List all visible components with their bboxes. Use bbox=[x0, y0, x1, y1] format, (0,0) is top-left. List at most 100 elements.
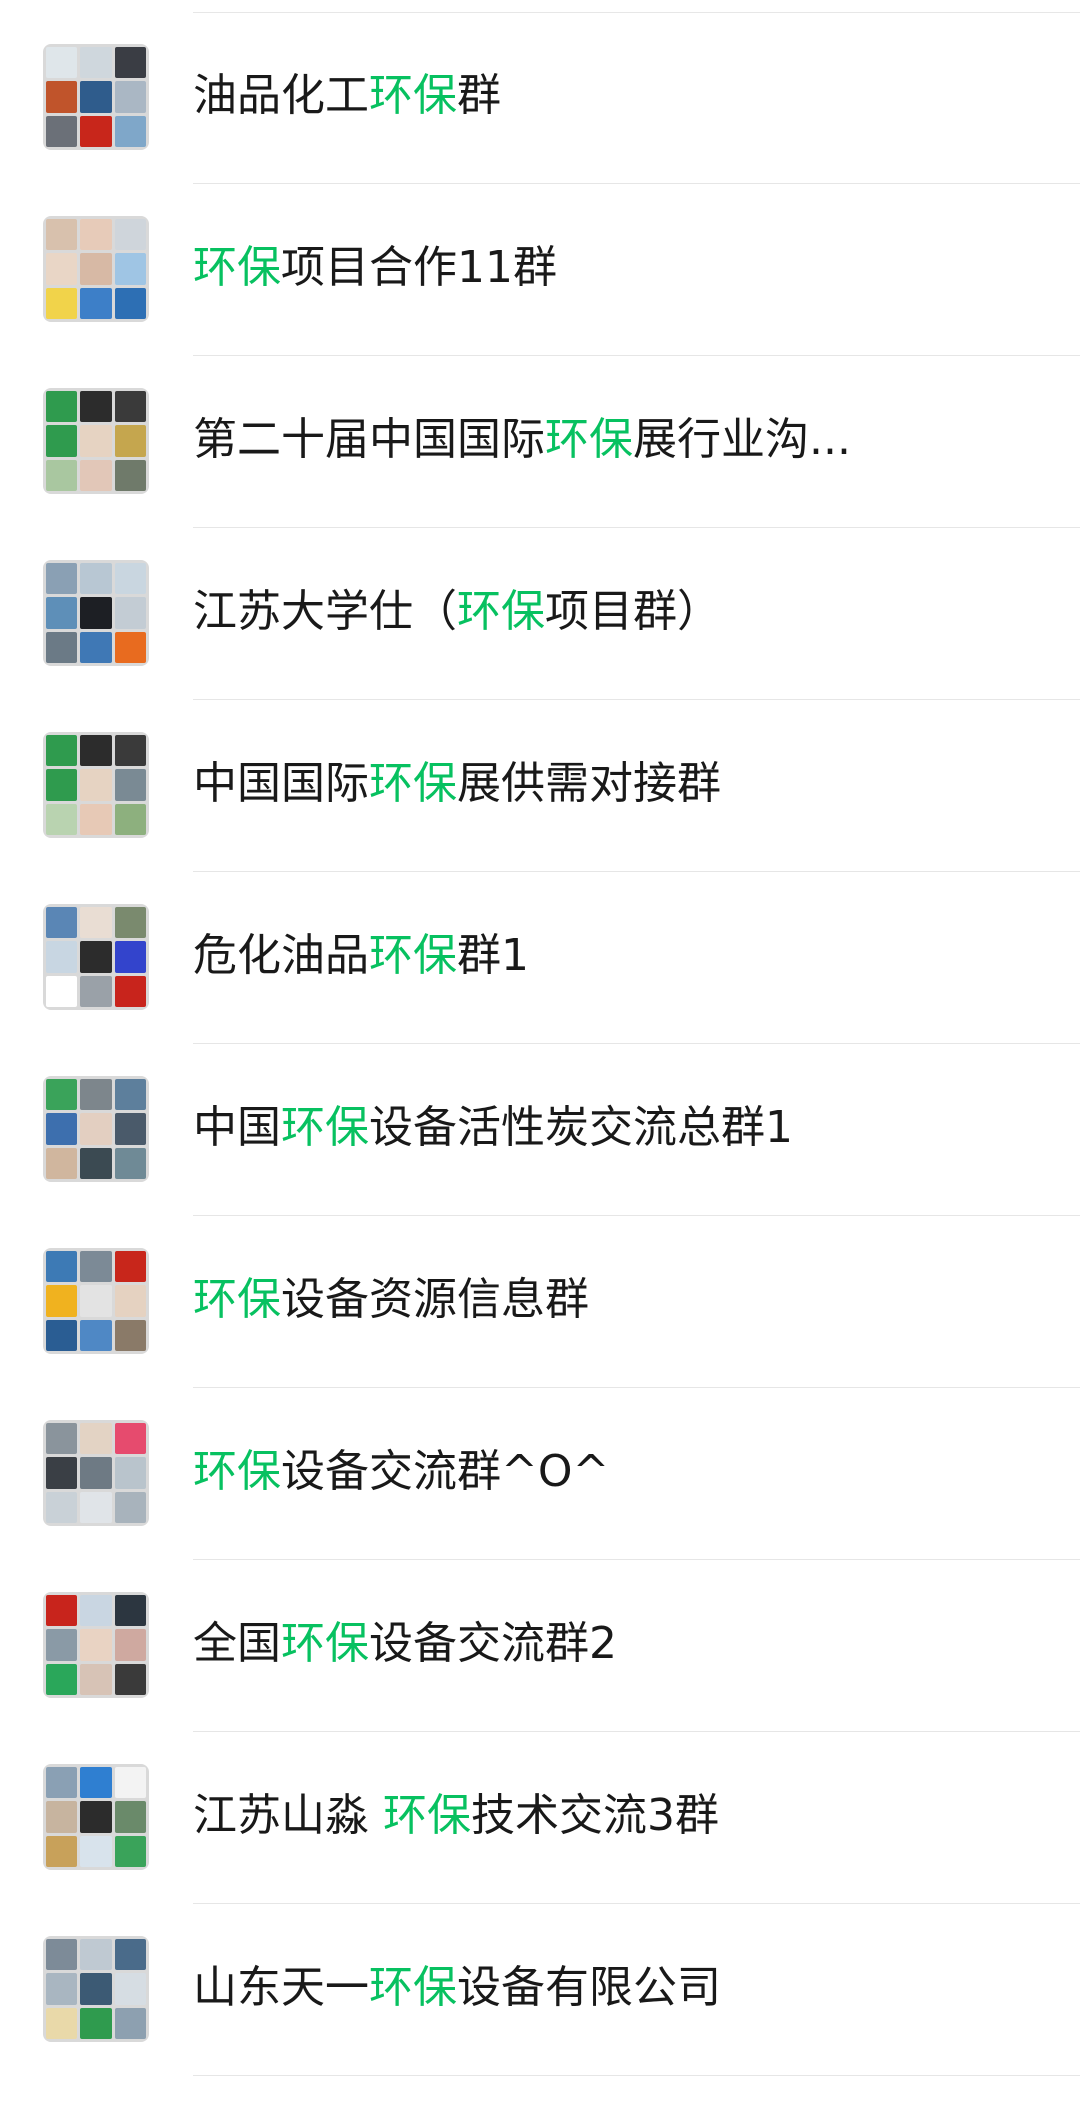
group-avatar bbox=[43, 732, 149, 838]
group-name-text: 设备交流群^O^ bbox=[281, 1446, 610, 1497]
avatar-tile bbox=[80, 1285, 112, 1317]
avatar-tile bbox=[80, 1113, 112, 1145]
avatar-tile bbox=[46, 1147, 78, 1179]
avatar-tile bbox=[114, 735, 146, 767]
avatar-tile bbox=[114, 425, 146, 457]
avatar-tile bbox=[114, 1767, 146, 1799]
group-name-text: 设备资源信息群 bbox=[281, 1274, 589, 1325]
avatar-tile bbox=[46, 1457, 78, 1489]
avatar-tile bbox=[46, 1835, 78, 1867]
avatar-tile bbox=[46, 391, 78, 423]
avatar-tile bbox=[46, 1491, 78, 1523]
avatar-tile bbox=[114, 1835, 146, 1867]
avatar-tile bbox=[80, 803, 112, 835]
avatar-tile bbox=[114, 1595, 146, 1627]
avatar-tile bbox=[114, 1939, 146, 1971]
group-avatar bbox=[43, 560, 149, 666]
group-name: 第二十届中国国际环保展行业沟... bbox=[193, 408, 851, 472]
group-list-item[interactable]: 江苏大学仕（环保项目群） bbox=[0, 528, 1080, 700]
avatar-tile bbox=[46, 1767, 78, 1799]
search-match-highlight: 环保 bbox=[369, 70, 457, 121]
avatar-tile bbox=[80, 1423, 112, 1455]
group-name-text: 设备交流群2 bbox=[369, 1618, 617, 1669]
avatar-tile bbox=[114, 563, 146, 595]
search-match-highlight: 环保 bbox=[193, 1274, 281, 1325]
avatar-tile bbox=[114, 769, 146, 801]
group-avatar bbox=[43, 1420, 149, 1526]
group-name: 危化油品环保群1 bbox=[193, 924, 529, 988]
group-name-text: 群1 bbox=[457, 930, 529, 981]
avatar-tile bbox=[46, 631, 78, 663]
group-name: 中国环保设备活性炭交流总群1 bbox=[193, 1096, 793, 1160]
avatar-tile bbox=[80, 2007, 112, 2039]
group-name-text: 群 bbox=[457, 70, 501, 121]
group-name: 全国环保设备交流群2 bbox=[193, 1612, 617, 1676]
search-match-highlight: 环保 bbox=[281, 1102, 369, 1153]
avatar-tile bbox=[80, 631, 112, 663]
avatar-tile bbox=[114, 47, 146, 79]
avatar-tile bbox=[80, 1251, 112, 1283]
search-match-highlight: 环保 bbox=[383, 1790, 471, 1841]
avatar-tile bbox=[114, 907, 146, 939]
avatar-tile bbox=[80, 1147, 112, 1179]
avatar-tile bbox=[46, 459, 78, 491]
group-list-item[interactable]: 油品化工环保群 bbox=[0, 12, 1080, 184]
group-list-item[interactable]: 环保设备资源信息群 bbox=[0, 1216, 1080, 1388]
avatar-tile bbox=[114, 1285, 146, 1317]
group-name-text: 全国 bbox=[193, 1618, 281, 1669]
group-list-item[interactable]: 山东天一环保设备有限公司 bbox=[0, 1904, 1080, 2076]
avatar-tile bbox=[46, 1113, 78, 1145]
avatar-tile bbox=[80, 425, 112, 457]
group-list-item[interactable]: 环保设备交流群^O^ bbox=[0, 1388, 1080, 1560]
avatar-tile bbox=[80, 563, 112, 595]
avatar-tile bbox=[114, 253, 146, 285]
avatar-tile bbox=[46, 735, 78, 767]
group-list-item[interactable]: 第二十届中国国际环保展行业沟... bbox=[0, 356, 1080, 528]
group-name-text: 油品化工 bbox=[193, 70, 369, 121]
avatar-tile bbox=[46, 81, 78, 113]
group-name-text: 山东天一 bbox=[193, 1962, 369, 2013]
avatar-tile bbox=[114, 1457, 146, 1489]
group-avatar bbox=[43, 44, 149, 150]
group-list-item[interactable]: 江苏山淼 环保技术交流3群 bbox=[0, 1732, 1080, 1904]
avatar-tile bbox=[80, 1801, 112, 1833]
avatar-tile bbox=[46, 803, 78, 835]
avatar-tile bbox=[46, 253, 78, 285]
avatar-tile bbox=[80, 1595, 112, 1627]
avatar-tile bbox=[46, 1801, 78, 1833]
avatar-tile bbox=[114, 391, 146, 423]
group-name-text: 展供需对接群 bbox=[457, 758, 721, 809]
avatar-tile bbox=[46, 597, 78, 629]
avatar-tile bbox=[46, 1319, 78, 1351]
avatar-tile bbox=[80, 47, 112, 79]
avatar-tile bbox=[46, 1973, 78, 2005]
avatar-tile bbox=[114, 1491, 146, 1523]
group-list-item[interactable]: 全国环保设备交流群2 bbox=[0, 1560, 1080, 1732]
group-list-item[interactable]: 中国国际环保展供需对接群 bbox=[0, 700, 1080, 872]
group-avatar bbox=[43, 1592, 149, 1698]
group-list-item[interactable]: 环保项目合作11群 bbox=[0, 184, 1080, 356]
avatar-tile bbox=[46, 1663, 78, 1695]
avatar-tile bbox=[46, 1939, 78, 1971]
avatar-tile bbox=[46, 1423, 78, 1455]
group-list-item[interactable]: 中国环保设备活性炭交流总群1 bbox=[0, 1044, 1080, 1216]
avatar-tile bbox=[80, 1491, 112, 1523]
avatar-tile bbox=[114, 1113, 146, 1145]
row-divider bbox=[193, 2075, 1080, 2076]
avatar-tile bbox=[46, 563, 78, 595]
avatar-tile bbox=[80, 219, 112, 251]
group-name-text: 危化油品 bbox=[193, 930, 369, 981]
search-match-highlight: 环保 bbox=[545, 414, 633, 465]
avatar-tile bbox=[80, 459, 112, 491]
avatar-tile bbox=[80, 1939, 112, 1971]
avatar-tile bbox=[114, 597, 146, 629]
group-name: 中国国际环保展供需对接群 bbox=[193, 752, 721, 816]
avatar-tile bbox=[80, 1835, 112, 1867]
avatar-tile bbox=[80, 1767, 112, 1799]
avatar-tile bbox=[114, 1251, 146, 1283]
avatar-tile bbox=[114, 459, 146, 491]
avatar-tile bbox=[114, 1319, 146, 1351]
avatar-tile bbox=[114, 287, 146, 319]
group-avatar bbox=[43, 904, 149, 1010]
group-list-item[interactable]: 危化油品环保群1 bbox=[0, 872, 1080, 1044]
